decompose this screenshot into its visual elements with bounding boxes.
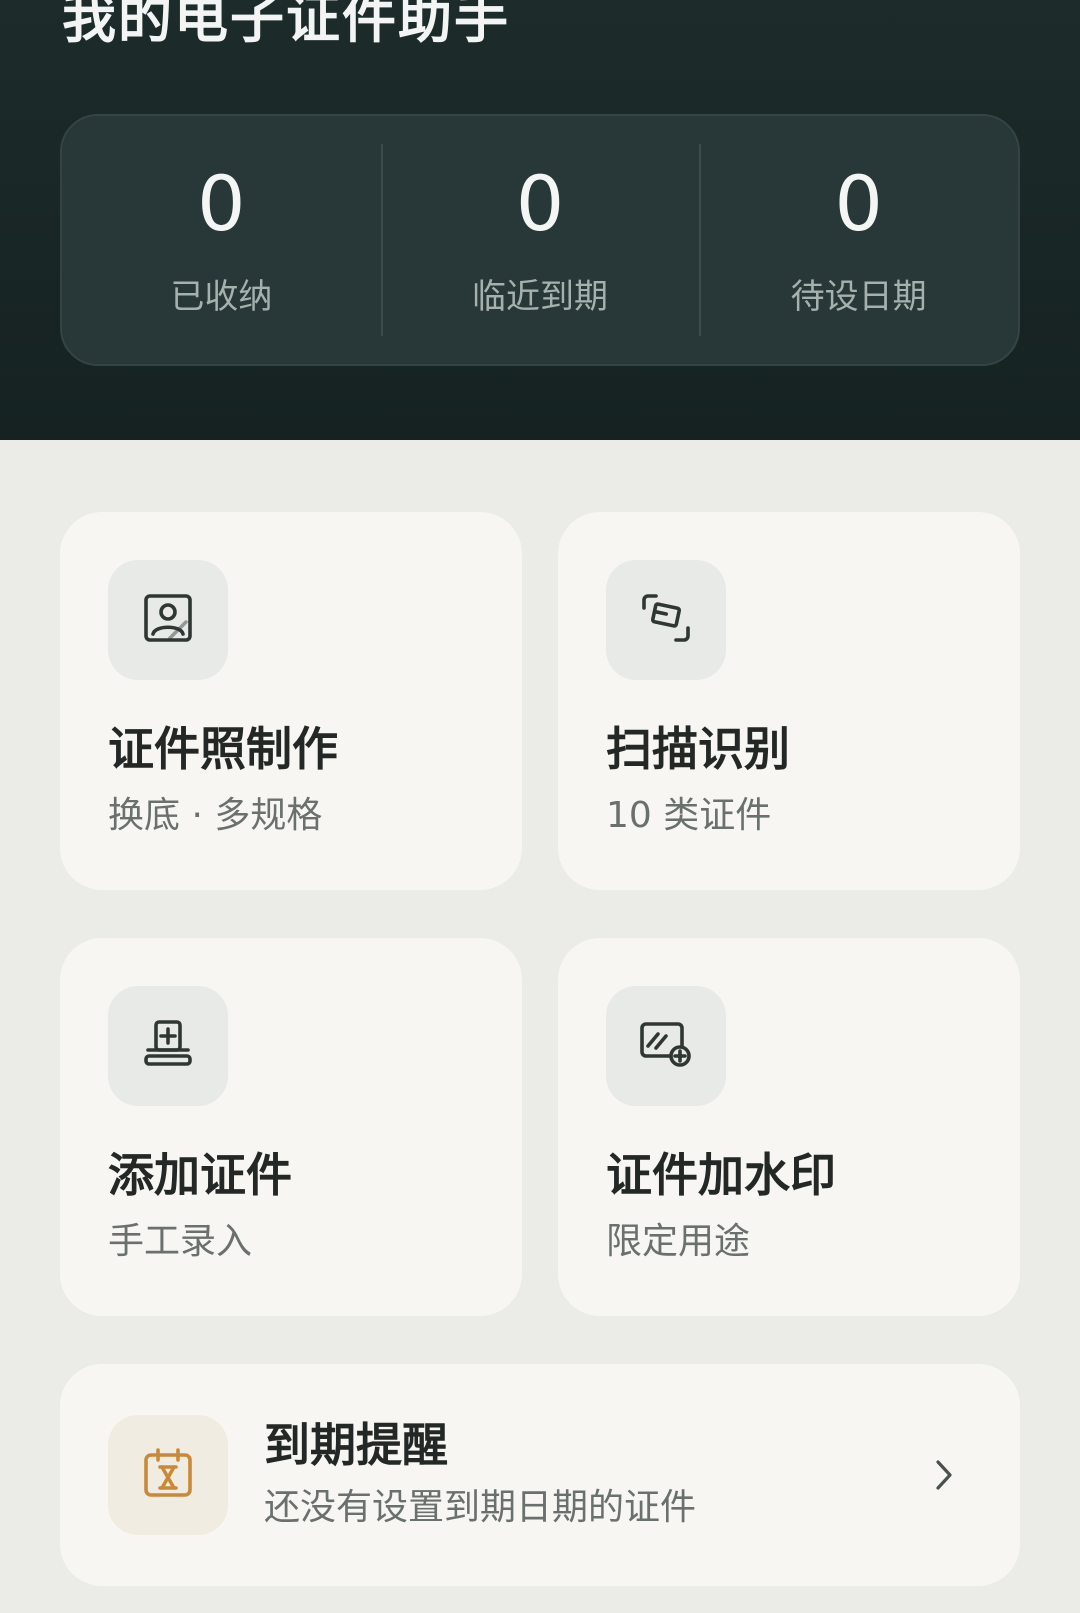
feature-card-id-photo[interactable]: 证件照制作 换底 · 多规格: [60, 512, 522, 890]
feature-subtitle: 手工录入: [108, 1221, 253, 1262]
stat-value: 0: [834, 159, 883, 248]
stat-label: 待设日期: [790, 277, 927, 317]
stat-expiring-soon[interactable]: 0 临近到期: [380, 116, 700, 364]
stat-value: 0: [197, 159, 246, 248]
stat-collected[interactable]: 0 已收纳: [62, 116, 381, 364]
feature-card-watermark[interactable]: 证件加水印 限定用途: [558, 938, 1020, 1316]
stats-panel: 0 已收纳 0 临近到期 0 待设日期: [60, 114, 1020, 366]
watermark-icon: [638, 1016, 694, 1076]
stat-date-pending[interactable]: 0 待设日期: [699, 116, 1018, 364]
hourglass-calendar-icon: [140, 1445, 196, 1505]
reminder-title: 到期提醒: [264, 1418, 448, 1472]
icon-tile: [108, 560, 228, 680]
feature-subtitle: 限定用途: [606, 1221, 751, 1262]
icon-tile: [606, 986, 726, 1106]
feature-card-scan[interactable]: 扫描识别 10 类证件: [558, 512, 1020, 890]
feature-subtitle: 换底 · 多规格: [108, 795, 323, 836]
portrait-photo-icon: [140, 590, 196, 650]
stat-label: 临近到期: [472, 277, 608, 317]
icon-tile: [108, 986, 228, 1106]
page-title: 我的电子证件助手: [62, 0, 510, 50]
feature-title: 扫描识别: [606, 722, 790, 776]
feature-card-add[interactable]: 添加证件 手工录入: [60, 938, 522, 1316]
stat-label: 已收纳: [170, 277, 273, 317]
icon-tile: [606, 560, 726, 680]
feature-title: 添加证件: [108, 1148, 292, 1202]
reminder-subtitle: 还没有设置到期日期的证件: [264, 1487, 697, 1528]
scan-card-icon: [638, 590, 694, 650]
expiry-reminder-card[interactable]: 到期提醒 还没有设置到期日期的证件: [60, 1364, 1020, 1586]
chevron-right-icon[interactable]: [924, 1455, 964, 1495]
add-document-icon: [140, 1016, 196, 1076]
stat-value: 0: [515, 159, 565, 248]
feature-title: 证件加水印: [606, 1148, 836, 1202]
feature-subtitle: 10 类证件: [606, 795, 772, 836]
header: 我的电子证件助手 0 已收纳 0 临近到期 0 待设日期: [0, 0, 1080, 440]
icon-tile: [108, 1415, 228, 1535]
feature-title: 证件照制作: [108, 722, 338, 776]
